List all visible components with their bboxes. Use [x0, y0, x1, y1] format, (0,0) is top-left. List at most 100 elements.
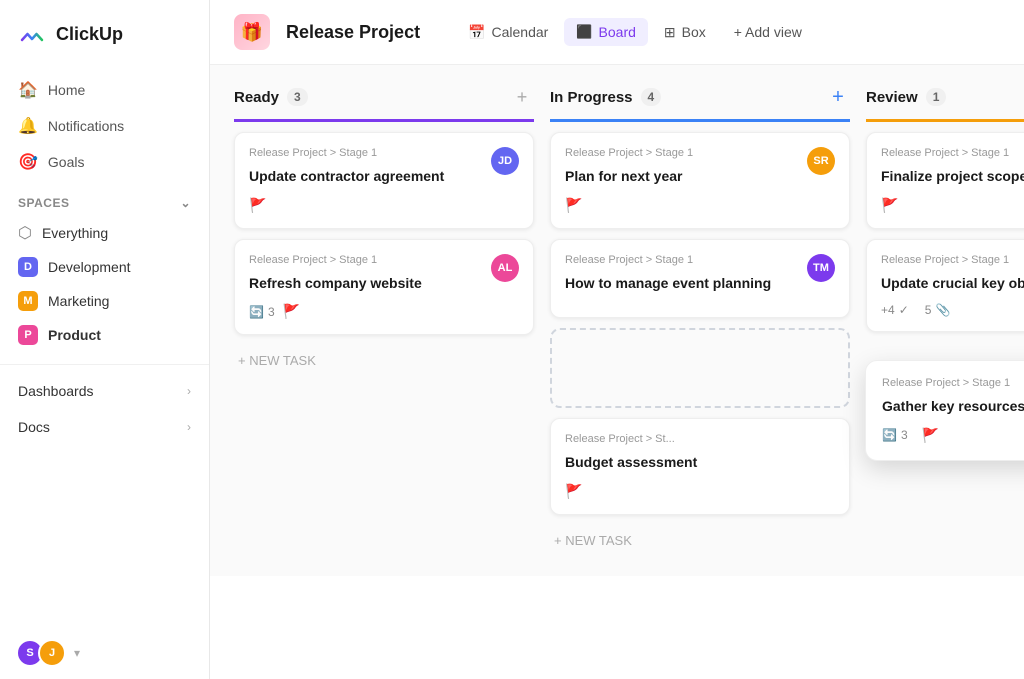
- card-meta-count: 🔄 3: [249, 305, 275, 319]
- card-manage-event[interactable]: TM Release Project > Stage 1 How to mana…: [550, 239, 850, 319]
- development-badge: D: [18, 257, 38, 277]
- card-breadcrumb: Release Project > St...: [565, 433, 835, 445]
- sidebar-item-home[interactable]: 🏠 Home: [8, 72, 201, 108]
- sidebar-item-development[interactable]: D Development: [8, 250, 201, 284]
- column-header-review: Review 1 +: [866, 85, 1024, 122]
- card-breadcrumb: Release Project > Stage 1: [881, 147, 1024, 159]
- box-label: Box: [682, 24, 706, 40]
- chevron-right-icon: ›: [187, 384, 191, 398]
- column-title-in-progress: In Progress: [550, 89, 633, 106]
- docs-label: Docs: [18, 419, 50, 435]
- column-header-in-progress: In Progress 4 +: [550, 85, 850, 122]
- sidebar-bottom: S J ▾: [0, 627, 209, 679]
- card-meta-count: 5 📎: [925, 303, 951, 317]
- board-wrapper: Ready 3 + JD Release Project > Stage 1 U…: [210, 65, 1024, 679]
- box-view-btn[interactable]: ⊞ Box: [652, 18, 718, 47]
- card-title: Budget assessment: [565, 453, 835, 473]
- development-label: Development: [48, 259, 131, 275]
- everything-label: Everything: [42, 225, 108, 241]
- card-placeholder: [550, 328, 850, 408]
- card-footer: 🔄 3 🚩: [249, 303, 519, 320]
- column-in-progress: In Progress 4 + SR Release Project > Sta…: [550, 85, 850, 556]
- sidebar: ClickUp 🏠 Home 🔔 Notifications 🎯 Goals S…: [0, 0, 210, 679]
- new-task-in-progress[interactable]: + NEW TASK: [550, 525, 850, 556]
- product-label: Product: [48, 327, 101, 343]
- new-task-label: + NEW TASK: [238, 353, 316, 368]
- clickup-logo-icon: [16, 18, 48, 50]
- column-title-review: Review: [866, 89, 918, 106]
- sidebar-item-docs[interactable]: Docs ›: [0, 409, 209, 445]
- card-update-contractor[interactable]: JD Release Project > Stage 1 Update cont…: [234, 132, 534, 229]
- card-finalize-scope[interactable]: KL Release Project > Stage 1 Finalize pr…: [866, 132, 1024, 229]
- sidebar-nav: 🏠 Home 🔔 Notifications 🎯 Goals: [0, 68, 209, 184]
- calendar-view-btn[interactable]: 📅 Calendar: [456, 18, 560, 47]
- card-title: Update contractor agreement: [249, 167, 519, 187]
- flag-icon: 🚩: [565, 483, 582, 500]
- marketing-badge: M: [18, 291, 38, 311]
- card-breadcrumb: Release Project > Stage 1: [249, 147, 519, 159]
- column-header-ready: Ready 3 +: [234, 85, 534, 122]
- card-avatar: TM: [807, 254, 835, 282]
- floating-card[interactable]: ✛ AL Release Project > Stage 1 Gather ke…: [865, 360, 1024, 461]
- card-title: Plan for next year: [565, 167, 835, 187]
- calendar-icon: 📅: [468, 24, 485, 41]
- floating-card-footer: 🔄 3 🚩: [882, 427, 1024, 444]
- column-add-in-progress[interactable]: +: [826, 85, 850, 109]
- card-title: Update crucial key objectives: [881, 274, 1024, 294]
- column-add-ready[interactable]: +: [510, 85, 534, 109]
- add-view-btn[interactable]: + Add view: [722, 18, 814, 46]
- sidebar-notifications-label: Notifications: [48, 118, 124, 134]
- board-view-btn[interactable]: ⬛ Board: [564, 18, 648, 46]
- product-badge: P: [18, 325, 38, 345]
- card-footer: +4 ✓ 5 📎: [881, 303, 1024, 317]
- flag-icon: 🚩: [249, 197, 266, 214]
- sidebar-item-dashboards[interactable]: Dashboards ›: [0, 373, 209, 409]
- everything-icon: ⬡: [18, 223, 32, 243]
- card-breadcrumb: Release Project > Stage 1: [881, 254, 1024, 266]
- flag-icon: 🚩: [565, 197, 582, 214]
- card-budget-assessment[interactable]: Release Project > St... Budget assessmen…: [550, 418, 850, 515]
- sidebar-item-goals[interactable]: 🎯 Goals: [8, 144, 201, 180]
- column-count-review: 1: [926, 88, 947, 106]
- card-plan-next-year[interactable]: SR Release Project > Stage 1 Plan for ne…: [550, 132, 850, 229]
- card-title: Finalize project scope: [881, 167, 1024, 187]
- card-title: Refresh company website: [249, 274, 519, 294]
- card-breadcrumb: Release Project > Stage 1: [565, 147, 835, 159]
- column-count-ready: 3: [287, 88, 308, 106]
- board: Ready 3 + JD Release Project > Stage 1 U…: [210, 65, 1024, 576]
- chevron-down-icon[interactable]: ⌄: [180, 196, 191, 210]
- sidebar-goals-label: Goals: [48, 154, 85, 170]
- flag-icon: 🚩: [283, 303, 300, 320]
- card-meta-plus4: +4 ✓: [881, 303, 909, 317]
- user-menu-chevron[interactable]: ▾: [74, 646, 80, 660]
- board-icon: ⬛: [576, 24, 592, 40]
- calendar-label: Calendar: [492, 24, 549, 40]
- column-title-group-in-progress: In Progress 4: [550, 88, 661, 106]
- spaces-section-label: Spaces ⌄: [0, 184, 209, 216]
- project-title: Release Project: [286, 22, 420, 43]
- card-update-objectives[interactable]: BB Release Project > Stage 1 Update cruc…: [866, 239, 1024, 333]
- sidebar-item-notifications[interactable]: 🔔 Notifications: [8, 108, 201, 144]
- check-icon: ✓: [899, 303, 909, 317]
- card-footer: 🚩: [565, 483, 835, 500]
- card-breadcrumb: Release Project > Stage 1: [565, 254, 835, 266]
- card-footer: 🚩: [249, 197, 519, 214]
- app-name: ClickUp: [56, 24, 123, 45]
- dashboards-label: Dashboards: [18, 383, 94, 399]
- user-avatars[interactable]: S J: [16, 639, 66, 667]
- card-refresh-website[interactable]: AL Release Project > Stage 1 Refresh com…: [234, 239, 534, 336]
- sidebar-home-label: Home: [48, 82, 85, 98]
- card-title: How to manage event planning: [565, 274, 835, 294]
- sidebar-item-product[interactable]: P Product: [8, 318, 201, 352]
- user-avatar-2: J: [38, 639, 66, 667]
- new-task-ready[interactable]: + NEW TASK: [234, 345, 534, 376]
- goals-icon: 🎯: [18, 152, 38, 172]
- column-title-group-ready: Ready 3: [234, 88, 308, 106]
- column-review: Review 1 + KL Release Project > Stage 1 …: [866, 85, 1024, 556]
- card-breadcrumb: Release Project > Stage 1: [249, 254, 519, 266]
- sidebar-item-marketing[interactable]: M Marketing: [8, 284, 201, 318]
- floating-flag-icon: 🚩: [922, 427, 939, 444]
- sidebar-item-everything[interactable]: ⬡ Everything: [8, 216, 201, 250]
- column-title-ready: Ready: [234, 89, 279, 106]
- app-logo[interactable]: ClickUp: [0, 0, 209, 68]
